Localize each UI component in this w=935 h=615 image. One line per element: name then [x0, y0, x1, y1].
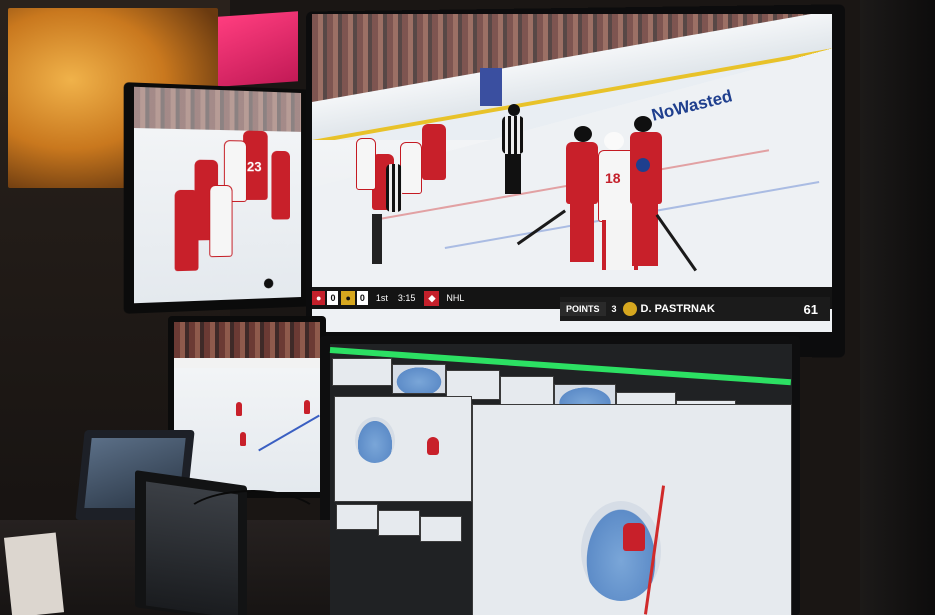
main-program-screen: 18 NoWasted: [312, 14, 832, 332]
player: [427, 437, 439, 455]
player: [356, 138, 376, 190]
player: [422, 124, 446, 180]
player-helmet: [574, 126, 592, 142]
camera-thumbnail: [392, 364, 446, 394]
player: [174, 189, 199, 272]
player-stat-lower-third: POINTS 3 D. PASTRNAK 61: [560, 297, 830, 321]
referee-legs: [505, 154, 521, 194]
pink-background-screen: [218, 11, 298, 87]
camera-feed-large: [334, 396, 472, 502]
left-top-monitor-screen: 23: [133, 86, 302, 304]
jersey-number: 23: [246, 158, 262, 175]
stat-value: 61: [803, 301, 818, 317]
board-sign: [480, 68, 502, 106]
player: [400, 142, 422, 194]
player: [209, 184, 233, 258]
team1-logo-icon: ●: [312, 291, 326, 305]
linesman: [386, 164, 402, 212]
stat-rank: 3: [611, 304, 617, 314]
team1-score: 0: [327, 291, 339, 305]
linesman-legs: [372, 214, 382, 264]
player-helmet: [604, 132, 624, 150]
paper-sheet: [3, 532, 65, 615]
network-logo-icon: ◆: [424, 290, 440, 306]
player: [566, 142, 598, 204]
right-equipment-rack: [860, 0, 935, 615]
referee-helmet: [508, 104, 520, 116]
player: [240, 432, 246, 446]
rink-ice: [174, 368, 320, 492]
league-label: NHL: [446, 293, 465, 303]
cables: [180, 490, 324, 554]
camera-thumbnail: [378, 510, 420, 536]
control-room-scene: 23 18 NoWasted ● 0 ● 0 1st 3:15 ◆ NHL PO…: [0, 0, 935, 615]
camera-thumbnail: [420, 516, 462, 542]
crowd: [174, 322, 320, 362]
team2-logo-icon: ●: [341, 291, 355, 305]
camera-feed-large: [472, 404, 792, 615]
period: 1st: [375, 293, 388, 303]
team-logo-icon: [622, 302, 637, 316]
player-legs: [570, 204, 594, 262]
player: [304, 400, 310, 414]
camera-thumbnail: [336, 504, 378, 530]
player: [271, 150, 291, 220]
referee: [502, 116, 524, 154]
crowd: [133, 86, 302, 132]
dasher-boards: [174, 358, 320, 368]
goalie: [623, 523, 645, 551]
player-name: D. PASTRNAK: [640, 303, 715, 315]
camera-thumbnail: [332, 358, 392, 386]
player: [236, 402, 242, 416]
goal-crease: [355, 417, 395, 463]
game-clock: 3:15: [397, 293, 416, 303]
multiview-screen: [330, 344, 792, 615]
team2-score: 0: [356, 291, 368, 305]
jersey-number: 18: [605, 170, 621, 186]
left-bottom-monitor-screen: [174, 322, 320, 492]
stat-label: POINTS: [560, 302, 606, 316]
player-helmet: [634, 116, 652, 132]
player-legs: [632, 204, 658, 266]
